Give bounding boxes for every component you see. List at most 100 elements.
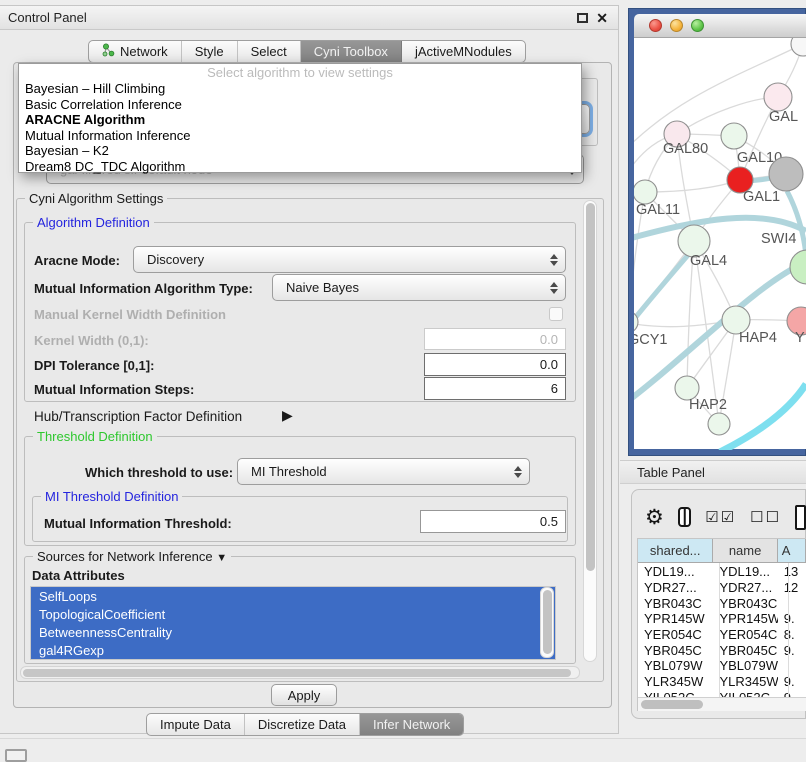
zoom-traffic-light-icon[interactable] bbox=[691, 19, 704, 32]
column-divider bbox=[719, 563, 720, 711]
dropdown-item-mutual-information-inference[interactable]: Mutual Information Inference bbox=[19, 128, 581, 144]
settings-vertical-scrollbar[interactable] bbox=[583, 200, 597, 662]
tab-select[interactable]: Select bbox=[238, 41, 301, 62]
tab-style[interactable]: Style bbox=[182, 41, 238, 62]
aracne-mode-combobox[interactable]: Discovery bbox=[133, 246, 566, 273]
apply-button[interactable]: Apply bbox=[271, 684, 337, 706]
manual-kernel-width-label: Manual Kernel Width Definition bbox=[34, 307, 226, 322]
table-row-ybl079w[interactable]: YBL079WYBL079W bbox=[638, 658, 806, 674]
gear-icon[interactable]: ⚙ bbox=[645, 507, 664, 528]
algorithm-dropdown-list: Bayesian – Hill ClimbingBasic Correlatio… bbox=[19, 81, 581, 174]
table-panel-titlebar: Table Panel bbox=[620, 460, 806, 484]
dropdown-item-aracne-algorithm[interactable]: ARACNE Algorithm bbox=[19, 112, 581, 128]
attributes-list-scrollbar[interactable] bbox=[540, 587, 554, 658]
table-row-ydr27[interactable]: YDR27...YDR27...12 bbox=[638, 580, 806, 596]
network-window-titlebar[interactable] bbox=[634, 14, 806, 38]
mi-threshold-field[interactable]: 0.5 bbox=[420, 510, 566, 533]
kernel-width-field[interactable]: 0.0 bbox=[424, 328, 566, 350]
mi-steps-field[interactable]: 6 bbox=[424, 377, 566, 400]
sources-title[interactable]: Sources for Network Inference ▼ bbox=[33, 549, 231, 564]
network-node-gal10[interactable] bbox=[721, 123, 747, 149]
network-node[interactable] bbox=[769, 157, 803, 191]
tab-network[interactable]: Network bbox=[89, 41, 182, 62]
dropdown-item-bayesian-hill-climbing[interactable]: Bayesian – Hill Climbing bbox=[19, 81, 581, 97]
deselect-all-checkboxes-icon[interactable]: ☐☐ bbox=[750, 508, 781, 526]
data-attributes-list: SelfLoopsTopologicalCoefficientBetweenne… bbox=[30, 586, 556, 660]
settings-vertical-scrollbar-thumb[interactable] bbox=[586, 203, 595, 571]
table-row-ybr045c[interactable]: YBR045CYBR045C9. bbox=[638, 642, 806, 658]
which-threshold-combobox[interactable]: MI Threshold bbox=[237, 458, 530, 485]
mi-algorithm-type-combobox[interactable]: Naive Bayes bbox=[272, 274, 566, 301]
tab-jactivemnodules-label: jActiveMNodules bbox=[415, 44, 512, 59]
cyni-mode-tab-bar: Impute Data Discretize Data Infer Network bbox=[146, 713, 464, 736]
network-icon bbox=[102, 43, 115, 60]
cell-extra: 12 bbox=[778, 580, 806, 595]
network-node-label-swi4: SWI4 bbox=[761, 231, 796, 247]
close-traffic-light-icon[interactable] bbox=[649, 19, 662, 32]
table-row-ybr043c[interactable]: YBR043CYBR043C bbox=[638, 595, 806, 611]
network-node-label-gal: GAL bbox=[769, 109, 798, 125]
tab-discretize-data[interactable]: Discretize Data bbox=[245, 714, 360, 735]
cell-name: YPR145W bbox=[713, 611, 777, 626]
table-header-name[interactable]: name bbox=[713, 539, 777, 562]
dpi-tolerance-field[interactable]: 0.0 bbox=[424, 353, 566, 376]
minimize-traffic-light-icon[interactable] bbox=[670, 19, 683, 32]
mi-steps-label: Mutual Information Steps: bbox=[34, 382, 194, 397]
network-node-label-y: Y bbox=[795, 330, 805, 346]
sources-title-text: Sources for Network Inference bbox=[37, 549, 213, 564]
minimized-panel-icon[interactable] bbox=[5, 749, 27, 762]
tab-jactivemnodules[interactable]: jActiveMNodules bbox=[402, 41, 525, 62]
table-horizontal-scrollbar[interactable] bbox=[638, 697, 806, 711]
algorithm-definition-title: Algorithm Definition bbox=[33, 215, 154, 230]
float-window-icon[interactable] bbox=[577, 13, 588, 23]
table-row-ypr145w[interactable]: YPR145WYPR145W9. bbox=[638, 611, 806, 627]
attributes-list-scrollbar-thumb[interactable] bbox=[543, 590, 552, 654]
tab-impute-data-label: Impute Data bbox=[160, 717, 231, 732]
columns-icon[interactable] bbox=[678, 507, 691, 527]
select-all-checkboxes-icon[interactable]: ☑☑ bbox=[705, 508, 736, 526]
attribute-item-topologicalcoefficient[interactable]: TopologicalCoefficient bbox=[31, 605, 555, 623]
network-node[interactable] bbox=[708, 413, 730, 435]
attribute-item-gal4rgexp[interactable]: gal4RGexp bbox=[31, 641, 555, 659]
settings-horizontal-scrollbar[interactable] bbox=[20, 666, 580, 679]
settings-horizontal-scrollbar-thumb[interactable] bbox=[23, 669, 571, 677]
aracne-mode-label: Aracne Mode: bbox=[34, 253, 120, 268]
document-icon[interactable] bbox=[795, 505, 806, 530]
toolbox-tab-bar: NetworkStyleSelectCyni Toolbox jActiveMNo… bbox=[88, 40, 526, 63]
control-panel-window: Control Panel ✕ NetworkStyleSelectCyni T… bbox=[0, 5, 619, 734]
cell-name: YDR27... bbox=[713, 580, 777, 595]
expand-arrow-icon[interactable]: ▶ bbox=[282, 407, 293, 424]
network-graph[interactable]: GALGAL80GAL10GAL1GAL11GAL4SWI4GCY1HAP4YH… bbox=[634, 38, 806, 450]
table-row-ydl19[interactable]: YDL19...YDL19...13 bbox=[638, 564, 806, 580]
table-panel-title: Table Panel bbox=[637, 465, 705, 480]
cell-extra: 13 bbox=[778, 564, 806, 579]
tab-infer-network-label: Infer Network bbox=[373, 717, 450, 732]
attribute-item-betweennesscentrality[interactable]: BetweennessCentrality bbox=[31, 623, 555, 641]
table-header-row: shared... name A bbox=[638, 539, 806, 563]
dropdown-item-dream8-dc-tdc-algorithm[interactable]: Dream8 DC_TDC Algorithm bbox=[19, 159, 581, 175]
cell-shared-name: YBR045C bbox=[638, 643, 713, 658]
network-node-swi4[interactable] bbox=[790, 250, 806, 284]
apply-button-label: Apply bbox=[288, 688, 321, 703]
algorithm-dropdown-prompt: Select algorithm to view settings bbox=[19, 64, 581, 81]
tab-impute-data[interactable]: Impute Data bbox=[147, 714, 245, 735]
network-node-label-hap4: HAP4 bbox=[739, 330, 777, 346]
table-row-ylr345w[interactable]: YLR345WYLR345W9. bbox=[638, 674, 806, 690]
hub-tf-definition-label[interactable]: Hub/Transcription Factor Definition bbox=[34, 409, 242, 424]
threshold-definition-title: Threshold Definition bbox=[33, 429, 157, 444]
dropdown-item-bayesian-k2[interactable]: Bayesian – K2 bbox=[19, 143, 581, 159]
close-window-icon[interactable]: ✕ bbox=[596, 11, 608, 25]
table-row-yer054c[interactable]: YER054CYER054C8. bbox=[638, 627, 806, 643]
table-horizontal-scrollbar-thumb[interactable] bbox=[641, 700, 703, 709]
network-node[interactable] bbox=[791, 38, 806, 56]
cell-extra: 9. bbox=[778, 611, 806, 626]
table-header-extra[interactable]: A bbox=[778, 539, 806, 562]
network-node-gal[interactable] bbox=[764, 83, 792, 111]
tab-cyni-toolbox[interactable]: Cyni Toolbox bbox=[301, 41, 402, 62]
tab-infer-network[interactable]: Infer Network bbox=[360, 714, 463, 735]
network-node-gal11[interactable] bbox=[634, 180, 657, 204]
table-header-shared-name[interactable]: shared... bbox=[638, 539, 713, 562]
dropdown-item-basic-correlation-inference[interactable]: Basic Correlation Inference bbox=[19, 97, 581, 113]
attribute-item-selfloops[interactable]: SelfLoops bbox=[31, 587, 555, 605]
manual-kernel-width-checkbox[interactable] bbox=[549, 307, 563, 321]
